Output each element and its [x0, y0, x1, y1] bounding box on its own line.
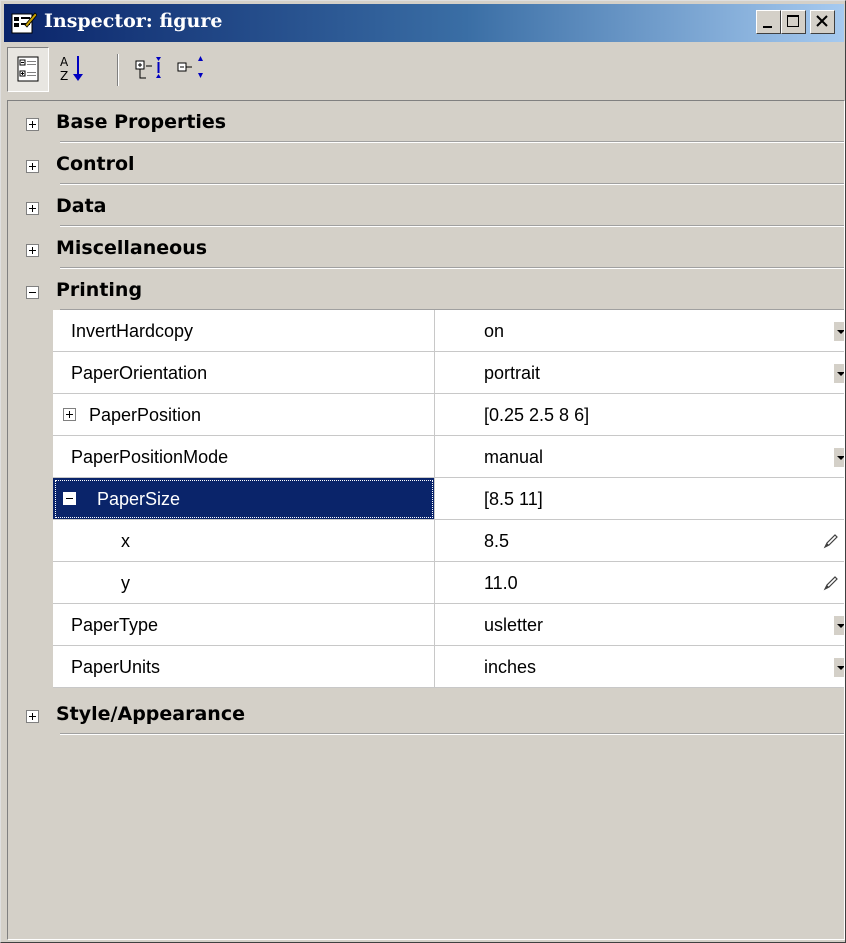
category-base-properties[interactable]: Base Properties [8, 101, 844, 143]
expand-plus-icon[interactable] [63, 408, 76, 421]
property-value: manual [484, 447, 544, 467]
dropdown-arrow-icon[interactable] [833, 657, 844, 677]
expand-plus-icon[interactable] [26, 118, 39, 131]
property-name: PaperUnits [71, 657, 161, 677]
window-title: Inspector: figure [44, 10, 223, 32]
categorized-view-icon [17, 56, 39, 82]
property-name: PaperPositionMode [71, 447, 229, 467]
category-printing[interactable]: Printing [8, 269, 844, 311]
category-label: Printing [56, 279, 143, 301]
dropdown-arrow-icon[interactable] [833, 363, 844, 383]
property-row-paper-units[interactable]: PaperUnits inches [53, 646, 844, 688]
property-row-paper-type[interactable]: PaperType usletter [53, 604, 844, 646]
dropdown-arrow-icon[interactable] [833, 615, 844, 635]
property-name: x [121, 531, 130, 551]
category-label: Base Properties [56, 111, 227, 133]
property-name-cell: x [53, 520, 435, 562]
property-value-cell[interactable]: 8.5 [435, 520, 844, 562]
property-name-cell: y [53, 562, 435, 604]
property-value: portrait [484, 363, 541, 383]
property-name-cell-selected: PaperSize [53, 478, 435, 520]
title-bar[interactable]: Inspector: figure [4, 4, 844, 42]
printing-properties-grid: InvertHardcopy on PaperOrientation portr… [53, 310, 844, 688]
minimize-icon [763, 26, 772, 28]
category-style-appearance[interactable]: Style/Appearance [8, 693, 844, 735]
svg-text:Z: Z [60, 69, 68, 83]
property-name-cell: PaperPositionMode [53, 436, 435, 478]
minimize-button[interactable] [756, 10, 781, 34]
property-value-cell[interactable]: usletter [435, 604, 844, 646]
property-value: [0.25 2.5 8 6] [484, 405, 590, 425]
property-name: PaperPosition [89, 405, 202, 425]
property-name: PaperSize [97, 489, 181, 509]
property-value-cell[interactable]: on [435, 310, 844, 352]
property-row-paper-orientation[interactable]: PaperOrientation portrait [53, 352, 844, 394]
property-name-cell: PaperUnits [53, 646, 435, 688]
toolbar-separator [117, 54, 119, 86]
expand-plus-icon[interactable] [26, 202, 39, 215]
sort-az-icon: A Z [60, 55, 83, 83]
inspector-icon [11, 12, 37, 34]
property-row-paper-size[interactable]: PaperSize [8.5 11] [53, 478, 844, 520]
property-value-cell[interactable]: [8.5 11] [435, 478, 844, 520]
property-value-cell[interactable]: inches [435, 646, 844, 688]
collapse-minus-icon[interactable] [26, 286, 39, 299]
pencil-edit-icon[interactable] [822, 532, 840, 550]
pencil-edit-icon[interactable] [822, 574, 840, 592]
property-name: y [121, 573, 130, 593]
property-name-cell: PaperType [53, 604, 435, 646]
property-value: usletter [484, 615, 544, 635]
close-icon [816, 15, 828, 27]
property-row-paper-size-x[interactable]: x 8.5 [53, 520, 844, 562]
property-row-paper-size-y[interactable]: y 11.0 [53, 562, 844, 604]
property-name: InvertHardcopy [71, 321, 194, 341]
category-divider [60, 733, 844, 735]
property-name-cell: PaperPosition [53, 394, 435, 436]
svg-text:A: A [60, 55, 69, 69]
expand-plus-icon[interactable] [26, 244, 39, 257]
property-value: 11.0 [484, 573, 518, 593]
dropdown-arrow-icon[interactable] [833, 447, 844, 467]
property-name: PaperOrientation [71, 363, 208, 383]
expand-plus-icon[interactable] [26, 160, 39, 173]
property-name-cell: PaperOrientation [53, 352, 435, 394]
category-label: Style/Appearance [56, 703, 245, 725]
property-row-paper-position[interactable]: PaperPosition [0.25 2.5 8 6] [53, 394, 844, 436]
property-value: 8.5 [484, 531, 510, 551]
property-row-paper-position-mode[interactable]: PaperPositionMode manual [53, 436, 844, 478]
property-value-cell[interactable]: manual [435, 436, 844, 478]
inspector-window: Inspector: figure A Z Base Properties Co… [0, 0, 846, 943]
dropdown-arrow-icon[interactable] [833, 321, 844, 341]
property-value-cell[interactable]: 11.0 [435, 562, 844, 604]
category-label: Miscellaneous [56, 237, 208, 259]
maximize-button[interactable] [781, 10, 806, 34]
category-label: Data [56, 195, 107, 217]
property-value: inches [484, 657, 537, 677]
expand-plus-icon[interactable] [26, 710, 39, 723]
category-data[interactable]: Data [8, 185, 844, 227]
property-value-cell[interactable]: [0.25 2.5 8 6] [435, 394, 844, 436]
maximize-icon [787, 15, 799, 27]
category-miscellaneous[interactable]: Miscellaneous [8, 227, 844, 269]
expand-all-icon [135, 57, 161, 79]
property-panel: Base Properties Control Data Miscellaneo… [7, 100, 845, 940]
property-name-cell: InvertHardcopy [53, 310, 435, 352]
collapse-all-icon [177, 56, 203, 78]
property-name: PaperType [71, 615, 159, 635]
collapse-all-button[interactable] [174, 52, 210, 86]
property-value-cell[interactable]: portrait [435, 352, 844, 394]
categorized-view-button[interactable] [7, 47, 49, 92]
alphabetical-sort-button[interactable]: A Z [56, 52, 92, 86]
property-value: on [484, 321, 505, 341]
toolbar: A Z [4, 44, 844, 98]
collapse-minus-icon[interactable] [63, 492, 76, 505]
property-value: [8.5 11] [484, 489, 543, 509]
close-button[interactable] [810, 10, 835, 34]
property-row-invert-hardcopy[interactable]: InvertHardcopy on [53, 310, 844, 352]
expand-all-button[interactable] [132, 52, 168, 86]
category-control[interactable]: Control [8, 143, 844, 185]
category-label: Control [56, 153, 135, 175]
